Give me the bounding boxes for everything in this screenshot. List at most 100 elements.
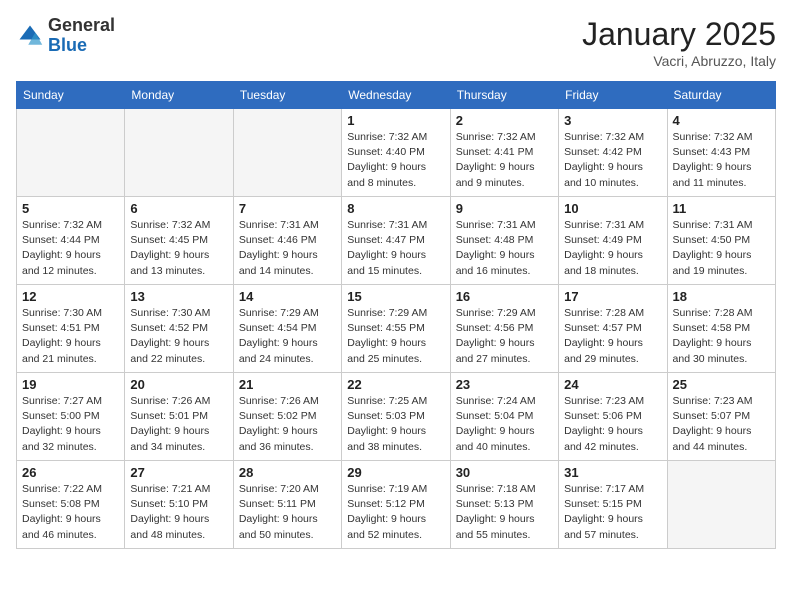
calendar-week-row: 19 Sunrise: 7:27 AMSunset: 5:00 PMDayligh… xyxy=(17,373,776,461)
day-info: Sunrise: 7:30 AMSunset: 4:51 PMDaylight:… xyxy=(22,306,119,367)
day-info: Sunrise: 7:29 AMSunset: 4:55 PMDaylight:… xyxy=(347,306,444,367)
day-number: 14 xyxy=(239,289,336,304)
calendar-day: 5 Sunrise: 7:32 AMSunset: 4:44 PMDaylight… xyxy=(17,197,125,285)
calendar-day: 11 Sunrise: 7:31 AMSunset: 4:50 PMDayligh… xyxy=(667,197,775,285)
day-header-sunday: Sunday xyxy=(17,82,125,109)
month-title: January 2025 xyxy=(582,16,776,53)
calendar-day: 25Sunrise: 7:23 AMSunset: 5:07 PMDayligh… xyxy=(667,373,775,461)
calendar-day: 29 Sunrise: 7:19 AMSunset: 5:12 PMDayligh… xyxy=(342,461,450,549)
day-info: Sunrise: 7:32 AMSunset: 4:45 PMDaylight:… xyxy=(130,218,227,279)
day-number: 16 xyxy=(456,289,553,304)
day-info: Sunrise: 7:20 AMSunset: 5:11 PMDaylight:… xyxy=(239,482,336,543)
day-info: Sunrise: 7:18 AMSunset: 5:13 PMDaylight:… xyxy=(456,482,553,543)
logo: General Blue xyxy=(16,16,115,56)
calendar-day: 14 Sunrise: 7:29 AMSunset: 4:54 PMDayligh… xyxy=(233,285,341,373)
day-number: 11 xyxy=(673,201,770,216)
calendar-day: 12 Sunrise: 7:30 AMSunset: 4:51 PMDayligh… xyxy=(17,285,125,373)
day-info: Sunrise: 7:32 AMSunset: 4:44 PMDaylight:… xyxy=(22,218,119,279)
day-info: Sunrise: 7:22 AMSunset: 5:08 PMDaylight:… xyxy=(22,482,119,543)
calendar-day: 27 Sunrise: 7:21 AMSunset: 5:10 PMDayligh… xyxy=(125,461,233,549)
day-info: Sunrise: 7:25 AMSunset: 5:03 PMDaylight:… xyxy=(347,394,444,455)
day-number: 10 xyxy=(564,201,661,216)
day-header-wednesday: Wednesday xyxy=(342,82,450,109)
calendar-day: 19 Sunrise: 7:27 AMSunset: 5:00 PMDayligh… xyxy=(17,373,125,461)
day-info: Sunrise: 7:31 AMSunset: 4:49 PMDaylight:… xyxy=(564,218,661,279)
day-number: 12 xyxy=(22,289,119,304)
calendar-day: 21 Sunrise: 7:26 AMSunset: 5:02 PMDayligh… xyxy=(233,373,341,461)
calendar-table: SundayMondayTuesdayWednesdayThursdayFrid… xyxy=(16,81,776,549)
calendar-week-row: 5 Sunrise: 7:32 AMSunset: 4:44 PMDaylight… xyxy=(17,197,776,285)
day-info: Sunrise: 7:30 AMSunset: 4:52 PMDaylight:… xyxy=(130,306,227,367)
calendar-day: 2 Sunrise: 7:32 AMSunset: 4:41 PMDaylight… xyxy=(450,109,558,197)
day-info: Sunrise: 7:24 AMSunset: 5:04 PMDaylight:… xyxy=(456,394,553,455)
day-info: Sunrise: 7:23 AMSunset: 5:06 PMDaylight:… xyxy=(564,394,661,455)
calendar-empty xyxy=(233,109,341,197)
day-number: 6 xyxy=(130,201,227,216)
day-number: 27 xyxy=(130,465,227,480)
day-number: 8 xyxy=(347,201,444,216)
day-info: Sunrise: 7:29 AMSunset: 4:56 PMDaylight:… xyxy=(456,306,553,367)
day-info: Sunrise: 7:28 AMSunset: 4:57 PMDaylight:… xyxy=(564,306,661,367)
day-header-monday: Monday xyxy=(125,82,233,109)
day-info: Sunrise: 7:28 AMSunset: 4:58 PMDaylight:… xyxy=(673,306,770,367)
day-info: Sunrise: 7:19 AMSunset: 5:12 PMDaylight:… xyxy=(347,482,444,543)
day-info: Sunrise: 7:21 AMSunset: 5:10 PMDaylight:… xyxy=(130,482,227,543)
day-number: 15 xyxy=(347,289,444,304)
day-header-saturday: Saturday xyxy=(667,82,775,109)
day-number: 28 xyxy=(239,465,336,480)
day-info: Sunrise: 7:32 AMSunset: 4:43 PMDaylight:… xyxy=(673,130,770,191)
day-info: Sunrise: 7:29 AMSunset: 4:54 PMDaylight:… xyxy=(239,306,336,367)
calendar-day: 26 Sunrise: 7:22 AMSunset: 5:08 PMDayligh… xyxy=(17,461,125,549)
logo-blue-text: Blue xyxy=(48,35,87,55)
day-info: Sunrise: 7:31 AMSunset: 4:50 PMDaylight:… xyxy=(673,218,770,279)
day-number: 19 xyxy=(22,377,119,392)
calendar-day: 3Sunrise: 7:32 AMSunset: 4:42 PMDaylight… xyxy=(559,109,667,197)
day-number: 13 xyxy=(130,289,227,304)
calendar-empty xyxy=(17,109,125,197)
calendar-day: 20Sunrise: 7:26 AMSunset: 5:01 PMDayligh… xyxy=(125,373,233,461)
day-number: 9 xyxy=(456,201,553,216)
day-info: Sunrise: 7:17 AMSunset: 5:15 PMDaylight:… xyxy=(564,482,661,543)
calendar-day: 31 Sunrise: 7:17 AMSunset: 5:15 PMDayligh… xyxy=(559,461,667,549)
day-number: 31 xyxy=(564,465,661,480)
day-number: 7 xyxy=(239,201,336,216)
day-info: Sunrise: 7:31 AMSunset: 4:48 PMDaylight:… xyxy=(456,218,553,279)
title-block: January 2025 Vacri, Abruzzo, Italy xyxy=(582,16,776,69)
calendar-day: 24Sunrise: 7:23 AMSunset: 5:06 PMDayligh… xyxy=(559,373,667,461)
calendar-day: 30 Sunrise: 7:18 AMSunset: 5:13 PMDayligh… xyxy=(450,461,558,549)
page-header: General Blue January 2025 Vacri, Abruzzo… xyxy=(16,16,776,69)
calendar-day: 9 Sunrise: 7:31 AMSunset: 4:48 PMDaylight… xyxy=(450,197,558,285)
calendar-empty xyxy=(667,461,775,549)
location: Vacri, Abruzzo, Italy xyxy=(582,53,776,69)
day-number: 18 xyxy=(673,289,770,304)
calendar-day: 17 Sunrise: 7:28 AMSunset: 4:57 PMDayligh… xyxy=(559,285,667,373)
day-info: Sunrise: 7:31 AMSunset: 4:46 PMDaylight:… xyxy=(239,218,336,279)
day-number: 2 xyxy=(456,113,553,128)
calendar-header-row: SundayMondayTuesdayWednesdayThursdayFrid… xyxy=(17,82,776,109)
day-number: 22 xyxy=(347,377,444,392)
calendar-empty xyxy=(125,109,233,197)
calendar-day: 1 Sunrise: 7:32 AMSunset: 4:40 PMDaylight… xyxy=(342,109,450,197)
calendar-day: 22 Sunrise: 7:25 AMSunset: 5:03 PMDayligh… xyxy=(342,373,450,461)
day-number: 26 xyxy=(22,465,119,480)
day-number: 29 xyxy=(347,465,444,480)
day-info: Sunrise: 7:23 AMSunset: 5:07 PMDaylight:… xyxy=(673,394,770,455)
day-number: 1 xyxy=(347,113,444,128)
day-info: Sunrise: 7:32 AMSunset: 4:41 PMDaylight:… xyxy=(456,130,553,191)
day-number: 23 xyxy=(456,377,553,392)
calendar-day: 15 Sunrise: 7:29 AMSunset: 4:55 PMDayligh… xyxy=(342,285,450,373)
day-info: Sunrise: 7:32 AMSunset: 4:40 PMDaylight:… xyxy=(347,130,444,191)
day-number: 21 xyxy=(239,377,336,392)
day-info: Sunrise: 7:26 AMSunset: 5:02 PMDaylight:… xyxy=(239,394,336,455)
day-number: 5 xyxy=(22,201,119,216)
day-info: Sunrise: 7:27 AMSunset: 5:00 PMDaylight:… xyxy=(22,394,119,455)
day-number: 30 xyxy=(456,465,553,480)
day-info: Sunrise: 7:31 AMSunset: 4:47 PMDaylight:… xyxy=(347,218,444,279)
calendar-day: 13 Sunrise: 7:30 AMSunset: 4:52 PMDayligh… xyxy=(125,285,233,373)
day-info: Sunrise: 7:26 AMSunset: 5:01 PMDaylight:… xyxy=(130,394,227,455)
day-info: Sunrise: 7:32 AMSunset: 4:42 PMDaylight:… xyxy=(564,130,661,191)
calendar-day: 23 Sunrise: 7:24 AMSunset: 5:04 PMDayligh… xyxy=(450,373,558,461)
day-number: 17 xyxy=(564,289,661,304)
calendar-day: 18 Sunrise: 7:28 AMSunset: 4:58 PMDayligh… xyxy=(667,285,775,373)
logo-general-text: General xyxy=(48,15,115,35)
